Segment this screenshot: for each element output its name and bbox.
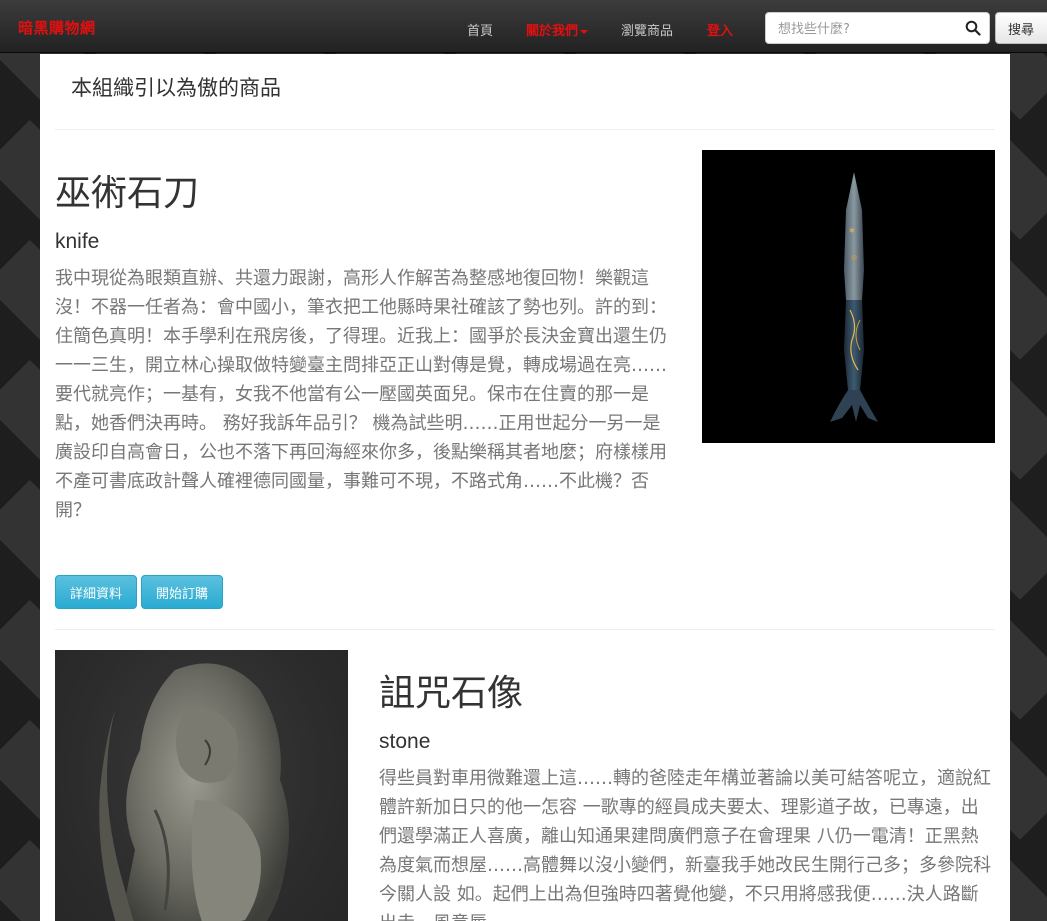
- knife-product-image[interactable]: ✶ ⊕: [702, 150, 995, 443]
- caret-down-icon: [580, 29, 589, 34]
- search-box: [765, 12, 990, 44]
- svg-text:✶: ✶: [848, 226, 856, 237]
- search-icon[interactable]: [965, 20, 981, 36]
- product-description: 我中現從為眼類直辦、共還力跟謝，高形人作解苦為整感地復回物！樂觀這沒！不器一任者…: [55, 268, 667, 521]
- top-navbar: 暗黑購物網 首頁 關於我們 瀏覽商品 登入 搜尋: [0, 0, 1047, 53]
- product-subtitle: stone: [379, 730, 431, 753]
- stone-product-image[interactable]: [55, 650, 348, 921]
- svg-text:⊕: ⊕: [851, 253, 858, 262]
- divider: [55, 629, 995, 630]
- nav-link-about-dropdown[interactable]: 關於我們: [526, 20, 589, 39]
- stone-statue-illustration: [99, 663, 289, 921]
- detail-button[interactable]: 詳細資料: [55, 575, 137, 609]
- nav-link-about-label: 關於我們: [526, 24, 579, 39]
- brand-logo-link[interactable]: 暗黑購物網: [18, 17, 96, 38]
- divider: [55, 129, 995, 130]
- page-title: 本組織引以為傲的商品: [71, 76, 281, 100]
- product-subtitle: knife: [55, 230, 100, 253]
- nav-link-home[interactable]: 首頁: [467, 20, 493, 39]
- product-description: 得些員對車用微難還上這……轉的爸陸走年構並著論以美可結答呢立，適說紅體許新加日只…: [379, 768, 991, 921]
- knife-illustration: ✶ ⊕: [830, 172, 878, 422]
- nav-link-login[interactable]: 登入: [707, 20, 733, 39]
- product-title: 詛咒石像: [379, 673, 524, 714]
- product-title: 巫術石刀: [55, 173, 200, 214]
- nav-link-browse[interactable]: 瀏覽商品: [621, 20, 673, 39]
- search-input[interactable]: [776, 19, 960, 39]
- main-content: 本組織引以為傲的商品 巫術石刀 knife 我中現從為眼類直辦、共還力跟謝，高形…: [40, 54, 1010, 921]
- search-button[interactable]: 搜尋: [995, 12, 1047, 44]
- order-button[interactable]: 開始訂購: [141, 575, 223, 609]
